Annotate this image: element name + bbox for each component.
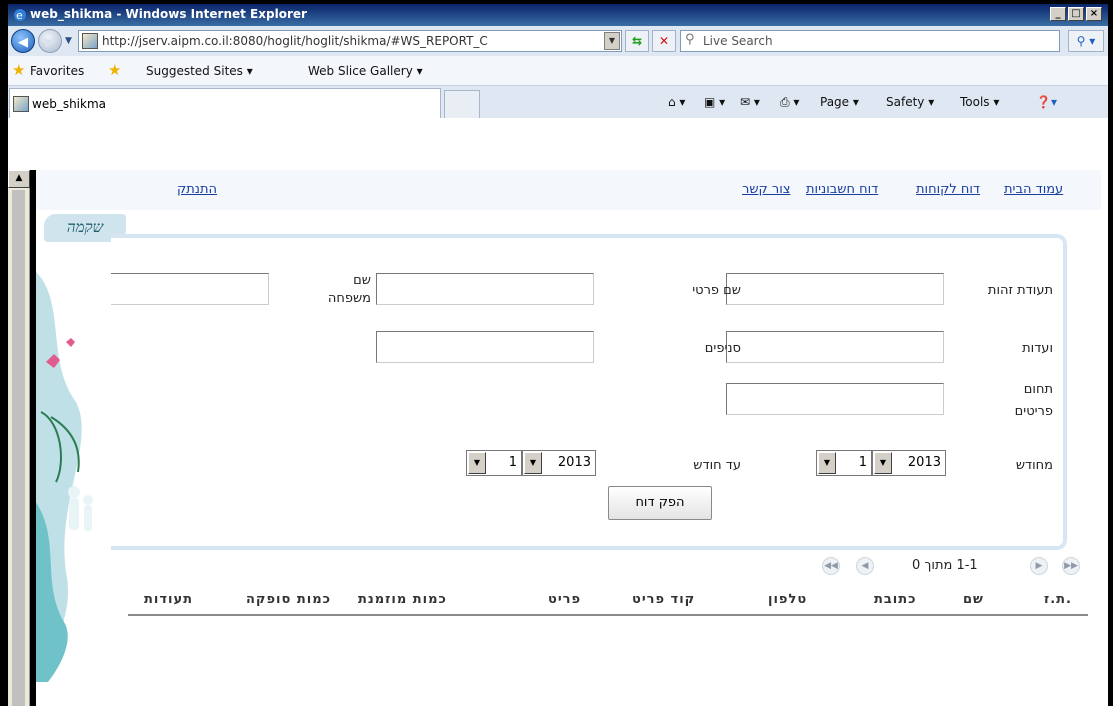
- new-tab-button[interactable]: [444, 90, 480, 118]
- from-year-select[interactable]: ▼ 2013: [872, 450, 946, 476]
- next-page-icon[interactable]: ▶: [1030, 557, 1048, 575]
- web-page: עמוד הבית דוח לקוחות דוח חשבוניות צור קש…: [36, 170, 1101, 706]
- column-supplied-quantity[interactable]: כמות סופקה: [246, 592, 331, 607]
- tab-title: web_shikma: [32, 97, 106, 111]
- address-field[interactable]: http://jserv.aipm.co.il:8080/hoglit/hogl…: [78, 30, 622, 52]
- committees-label: ועדות: [1022, 341, 1053, 356]
- first-page-icon[interactable]: ◀◀: [822, 557, 840, 575]
- first-name-input[interactable]: [376, 273, 594, 305]
- search-go-button[interactable]: ⚲ ▾: [1068, 30, 1104, 52]
- back-button[interactable]: ◀: [11, 29, 35, 53]
- nav-home-link[interactable]: עמוד הבית: [1004, 182, 1063, 197]
- search-input[interactable]: ⚲ Live Search: [680, 30, 1060, 52]
- column-name[interactable]: שם: [963, 592, 984, 607]
- to-year-select[interactable]: ▼ 2013: [522, 450, 596, 476]
- pager-status: 1-1 מתוך 0: [912, 558, 978, 573]
- home-icon[interactable]: ⌂ ▾: [668, 95, 685, 109]
- items-domain-label-line2: פריטים: [1014, 404, 1053, 419]
- window-title-bar: e web_shikma - Windows Internet Explorer…: [8, 4, 1108, 26]
- minimize-button[interactable]: _: [1050, 7, 1066, 21]
- first-name-label: שם פרטי: [692, 283, 741, 298]
- chevron-down-icon[interactable]: ▼: [818, 452, 836, 474]
- branches-input[interactable]: [376, 331, 594, 363]
- id-number-input[interactable]: [726, 273, 944, 305]
- favorites-button[interactable]: Favorites: [30, 64, 84, 78]
- decorative-illustration: [36, 242, 93, 682]
- svg-text:e: e: [16, 9, 23, 22]
- nav-customers-report-link[interactable]: דוח לקוחות: [916, 182, 980, 197]
- address-url[interactable]: http://jserv.aipm.co.il:8080/hoglit/hogl…: [102, 34, 602, 48]
- committees-input[interactable]: [726, 331, 944, 363]
- ie-logo-icon: e: [14, 9, 26, 22]
- column-ordered-quantity[interactable]: כמות מוזמנת: [358, 592, 447, 607]
- page-menu[interactable]: Page ▾: [820, 95, 859, 109]
- tab-web-shikma[interactable]: web_shikma: [9, 88, 441, 118]
- back-arrow-icon: ◀: [18, 35, 28, 50]
- report-filter-panel: תעודת זהות שם פרטי שם משפחה ועדות סניפים…: [111, 234, 1067, 550]
- close-button[interactable]: ×: [1086, 7, 1102, 21]
- search-placeholder: Live Search: [703, 34, 773, 48]
- recent-pages-dropdown-icon[interactable]: ▼: [65, 36, 72, 46]
- site-navigation: עמוד הבית דוח לקוחות דוח חשבוניות צור קש…: [36, 170, 1101, 210]
- last-page-icon[interactable]: ▶▶: [1062, 557, 1080, 575]
- web-slice-gallery-link[interactable]: Web Slice Gallery ▾: [308, 64, 423, 78]
- items-domain-label: תחום: [1023, 382, 1053, 397]
- mail-icon[interactable]: ✉ ▾: [740, 95, 760, 109]
- last-name-label: שם: [353, 273, 371, 288]
- pager: ◀◀ ◀ 1-1 מתוך 0 ▶ ▶▶: [816, 554, 1096, 580]
- from-month-label: מחודש: [1015, 458, 1053, 473]
- last-name-input[interactable]: [111, 273, 269, 305]
- results-table-header: ת.ז. שם כתובת טלפון קוד פריט פריט כמות מ…: [128, 580, 1088, 616]
- chevron-down-icon[interactable]: ▼: [874, 452, 892, 474]
- add-favorite-icon[interactable]: ★: [108, 61, 121, 79]
- nav-invoices-report-link[interactable]: דוח חשבוניות: [806, 182, 878, 197]
- from-month-select[interactable]: ▼ 1: [816, 450, 872, 476]
- id-number-label: תעודת זהות: [987, 283, 1053, 298]
- favorites-bar: ★ Favorites ★ Suggested Sites ▾ Web Slic…: [8, 56, 1108, 86]
- column-item[interactable]: פריט: [548, 592, 581, 607]
- column-phone[interactable]: טלפון: [768, 592, 807, 607]
- column-item-code[interactable]: קוד פריט: [632, 592, 695, 607]
- refresh-button[interactable]: ⇆: [625, 30, 649, 52]
- page-icon: [82, 33, 98, 49]
- search-icon: ⚲: [685, 32, 695, 47]
- branches-label: סניפים: [704, 341, 741, 356]
- safety-menu[interactable]: Safety ▾: [886, 95, 934, 109]
- logout-link[interactable]: התנתק: [177, 182, 217, 197]
- suggested-sites-link[interactable]: Suggested Sites ▾: [146, 64, 253, 78]
- prev-page-icon[interactable]: ◀: [856, 557, 874, 575]
- column-address[interactable]: כתובת: [874, 592, 917, 607]
- from-month-selectors: ▼ 1 ▼ 2013: [816, 450, 946, 476]
- column-certificates[interactable]: תעודות: [144, 592, 193, 607]
- tab-bar: web_shikma ⌂ ▾ ▣ ▾ ✉ ▾ ⎙ ▾ Page ▾ Safety…: [8, 86, 1108, 118]
- address-dropdown-icon[interactable]: ▼: [604, 32, 620, 50]
- stop-button[interactable]: ✕: [652, 30, 676, 52]
- scroll-up-icon[interactable]: ▲: [8, 170, 30, 188]
- scrollbar[interactable]: ▲: [8, 170, 30, 706]
- favorites-star-icon[interactable]: ★: [12, 61, 25, 79]
- items-domain-input[interactable]: [726, 383, 944, 415]
- forward-arrow-icon: ▶: [45, 35, 55, 50]
- nav-contact-link[interactable]: צור קשר: [742, 182, 791, 197]
- help-icon[interactable]: ❓▾: [1036, 95, 1057, 109]
- tools-menu[interactable]: Tools ▾: [960, 95, 999, 109]
- window-title: web_shikma - Windows Internet Explorer: [30, 7, 307, 21]
- last-name-label-line2: משפחה: [327, 291, 371, 306]
- chevron-down-icon[interactable]: ▼: [524, 452, 542, 474]
- print-icon[interactable]: ⎙ ▾: [780, 95, 799, 110]
- feeds-icon[interactable]: ▣ ▾: [704, 95, 725, 109]
- to-month-selectors: ▼ 1 ▼ 2013: [466, 450, 596, 476]
- to-month-label: עד חודש: [693, 458, 741, 473]
- maximize-button[interactable]: □: [1068, 7, 1084, 21]
- to-month-select[interactable]: ▼ 1: [466, 450, 522, 476]
- forward-button[interactable]: ▶: [38, 29, 62, 53]
- address-toolbar: ◀ ▶ ▼ http://jserv.aipm.co.il:8080/hogli…: [8, 26, 1108, 56]
- column-id[interactable]: ת.ז.: [1044, 592, 1072, 607]
- scroll-track[interactable]: [12, 190, 25, 706]
- page-icon: [13, 96, 29, 112]
- chevron-down-icon[interactable]: ▼: [468, 452, 486, 474]
- generate-report-button[interactable]: הפק דוח: [608, 486, 712, 520]
